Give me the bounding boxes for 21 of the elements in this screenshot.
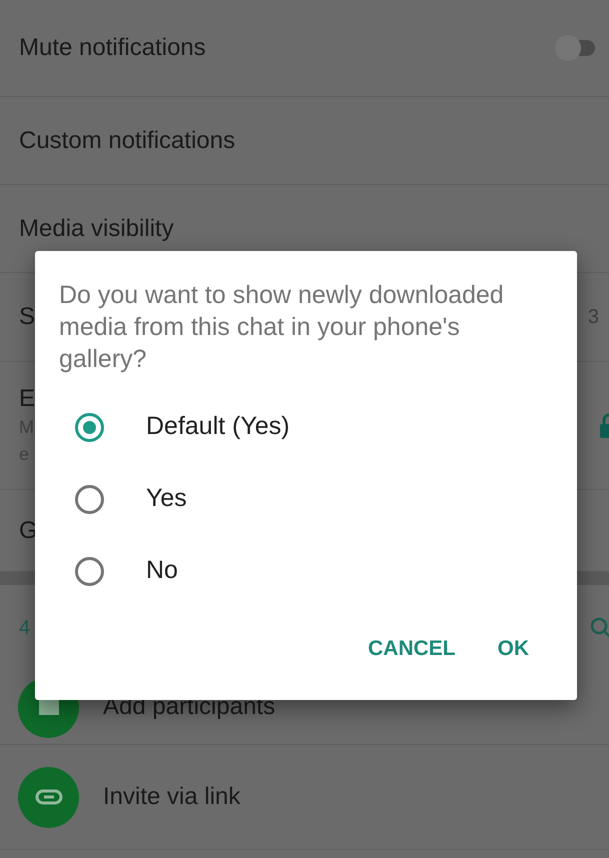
option-label: Default (Yes) <box>146 411 290 442</box>
radio-option[interactable]: Yes <box>35 463 577 535</box>
dialog-message: Do you want to show newly downloaded media from this chat in your phone's gallery? <box>58 280 505 375</box>
setting-title: S <box>19 302 36 332</box>
toggle-switch[interactable] <box>555 35 595 61</box>
radio-button[interactable] <box>75 556 104 586</box>
link-icon <box>34 789 62 805</box>
radio-button[interactable] <box>75 412 104 442</box>
radio-button[interactable] <box>75 484 104 514</box>
radio-option[interactable]: Default (Yes) <box>35 391 577 463</box>
option-label: Yes <box>146 483 187 514</box>
participants-count: 4 <box>19 616 30 640</box>
setting-title: Custom notifications <box>19 126 236 156</box>
action-label[interactable]: Invite via link <box>103 779 240 815</box>
dialog-button[interactable]: OK <box>484 625 543 672</box>
setting-title: Media visibility <box>19 214 174 244</box>
option-label: No <box>146 555 178 586</box>
setting-title: Mute notifications <box>19 33 206 63</box>
setting-title: E <box>19 384 36 414</box>
dialog-button[interactable]: CANCEL <box>354 625 470 672</box>
radio-option[interactable]: No <box>35 535 577 607</box>
